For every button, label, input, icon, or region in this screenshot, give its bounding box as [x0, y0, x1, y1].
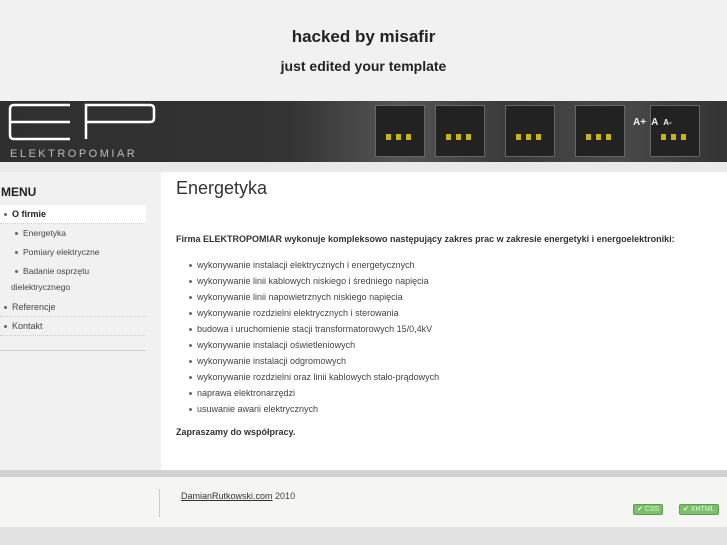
ep-logo	[8, 103, 156, 141]
bullet-icon	[4, 306, 7, 310]
intro-text: Firma ELEKTROPOMIAR wykonuje kompleksowo…	[176, 234, 675, 244]
menu-label: dielektrycznego	[11, 282, 71, 292]
menu-item-kontakt[interactable]: Kontakt	[0, 317, 146, 336]
header-banner: ELEKTROPOMIAR A+ A A-	[0, 101, 727, 162]
menu-label: Energetyka	[23, 228, 66, 238]
list-item: wykonywanie instalacji odgromowych	[189, 353, 439, 369]
menu-label: Referencje	[12, 302, 56, 312]
footer-credit: DamianRutkowski.com 2010	[181, 491, 295, 501]
banner-photo	[650, 105, 700, 157]
footer-year: 2010	[275, 491, 296, 501]
list-item: wykonywanie linii kablowych niskiego i ś…	[189, 273, 439, 289]
xhtml-valid-badge[interactable]: ✔ XHTML	[679, 504, 719, 515]
list-item: usuwanie awarii elektrycznych	[189, 401, 439, 417]
font-smaller-button[interactable]: A-	[663, 118, 671, 127]
list-item: wykonywanie instalacji oświetleniowych	[189, 337, 439, 353]
bullet-icon	[15, 232, 18, 236]
hack-subtitle: just edited your template	[280, 58, 447, 74]
bullet-icon	[15, 251, 18, 255]
list-item: wykonywanie rozdzielni elektrycznych i s…	[189, 305, 439, 321]
font-size-controls: A+ A A-	[633, 117, 677, 128]
footer-band	[0, 470, 727, 477]
footer: DamianRutkowski.com 2010 ✔ CSS ✔ XHTML	[0, 477, 727, 527]
author-link[interactable]: DamianRutkowski.com	[181, 491, 273, 501]
banner-photo	[575, 105, 625, 157]
list-item: wykonywanie rozdzielni oraz linii kablow…	[189, 369, 439, 385]
menu-item-energetyka[interactable]: Energetyka	[0, 224, 146, 243]
footer-divider	[159, 489, 160, 517]
font-normal-button[interactable]: A	[651, 117, 658, 128]
menu-item-o-firmie[interactable]: O firmie	[0, 205, 146, 224]
banner-photo	[435, 105, 485, 157]
menu-label: O firmie	[12, 209, 47, 219]
menu-label: Pomiary elektryczne	[23, 247, 100, 257]
menu-title: MENU	[1, 185, 37, 199]
sidebar: MENU O firmie Energetyka Pomiary elektry…	[0, 172, 161, 470]
list-item: wykonywanie instalacji elektrycznych i e…	[189, 257, 439, 273]
logo-text: ELEKTROPOMIAR	[10, 148, 138, 160]
menu-item-referencje[interactable]: Referencje	[0, 298, 146, 317]
main-content: Energetyka Firma ELEKTROPOMIAR wykonuje …	[161, 172, 727, 470]
bullet-icon	[4, 213, 7, 217]
header-strip	[0, 162, 727, 172]
bottom-band	[0, 527, 727, 545]
menu-item-badanie-cont[interactable]: dielektrycznego	[0, 278, 146, 297]
font-larger-button[interactable]: A+	[633, 117, 646, 128]
page-title: Energetyka	[176, 178, 268, 198]
services-list: wykonywanie instalacji elektrycznych i e…	[189, 257, 439, 417]
list-item: wykonywanie linii napowietrznych niskieg…	[189, 289, 439, 305]
outro-text: Zapraszamy do współpracy.	[176, 427, 296, 437]
bullet-icon	[15, 270, 18, 274]
menu-divider	[0, 350, 146, 351]
menu-item-pomiary[interactable]: Pomiary elektryczne	[0, 243, 146, 262]
list-item: naprawa elektronarzędzi	[189, 385, 439, 401]
banner-photo	[505, 105, 555, 157]
list-item: budowa i uruchomienie stacji transformat…	[189, 321, 439, 337]
banner-photo	[375, 105, 425, 157]
hack-title: hacked by misafir	[291, 27, 436, 46]
menu-label: Kontakt	[12, 321, 43, 331]
menu-label: Badanie osprzętu	[23, 266, 90, 276]
css-valid-badge[interactable]: ✔ CSS	[633, 504, 664, 515]
bullet-icon	[4, 325, 7, 329]
